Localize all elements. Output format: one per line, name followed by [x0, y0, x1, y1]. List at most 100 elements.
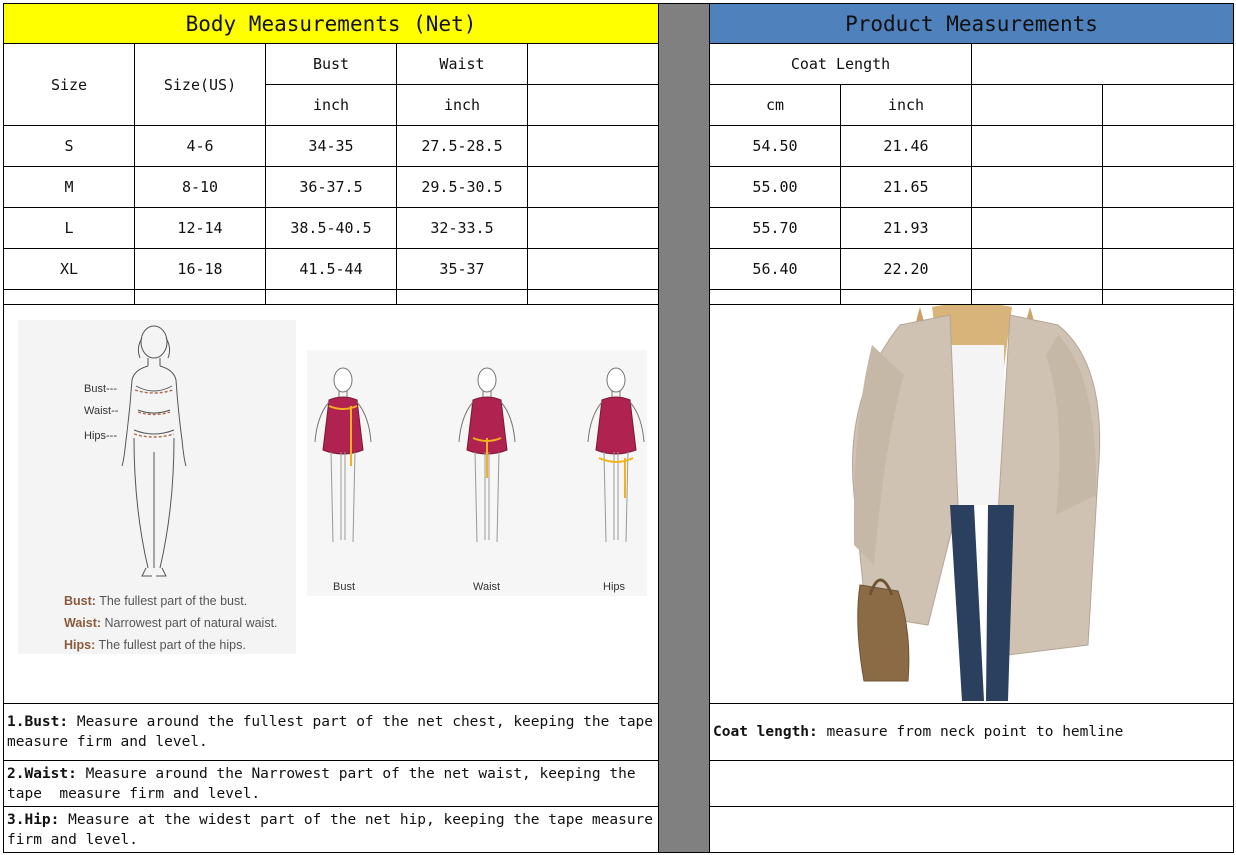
unit-bust: inch: [265, 84, 397, 126]
unit-empty: [527, 84, 659, 126]
cell-size: M: [3, 166, 135, 208]
cell-size-us: 16-18: [134, 248, 266, 290]
note-empty: [709, 760, 1234, 807]
col-header-bust: Bust: [265, 43, 397, 85]
label-hips: Hips---: [84, 430, 117, 442]
cell-waist: 27.5-28.5: [396, 125, 528, 167]
body-measurements-title: Body Measurements (Net): [3, 3, 659, 44]
label-waist: Waist--: [84, 405, 119, 417]
cell-bust: 36-37.5: [265, 166, 397, 208]
cell-cm: 56.40: [709, 248, 841, 290]
dress-label-waist: Waist: [473, 581, 500, 593]
legend-bust: Bust: The fullest part of the bust.: [64, 594, 247, 608]
legend-bust-term: Bust:: [64, 594, 96, 608]
col-header-size: Size: [3, 43, 135, 126]
cell-empty: [971, 125, 1103, 167]
cell-empty: [840, 289, 972, 305]
body-figure-panel: Bust--- Waist-- Hips--- Bust: The fulles…: [18, 320, 296, 654]
cell-empty: [527, 166, 659, 208]
dress-figures-panel: Bust Waist Hips: [307, 350, 647, 596]
cell-inch: 21.93: [840, 207, 972, 249]
unit-waist: inch: [396, 84, 528, 126]
cell-cm: 55.00: [709, 166, 841, 208]
legend-bust-desc: The fullest part of the bust.: [99, 594, 248, 608]
note-bust: 1.Bust: Measure around the fullest part …: [3, 703, 659, 761]
note-coat-length-text: Coat length: measure from neck point to …: [713, 722, 1123, 742]
note-hip-term: 3.Hip:: [7, 811, 60, 828]
note-bust-desc: Measure around the fullest part of the n…: [7, 714, 671, 750]
cell-empty: [527, 289, 659, 305]
cell-empty: [971, 207, 1103, 249]
cell-empty: [1102, 289, 1234, 305]
cell-empty: [971, 248, 1103, 290]
cell-size: XL: [3, 248, 135, 290]
note-coat-length: Coat length: measure from neck point to …: [709, 703, 1234, 761]
note-coat-term: Coat length:: [713, 724, 818, 740]
cell-bust: 41.5-44: [265, 248, 397, 290]
dress-figure-bust: [314, 367, 372, 543]
unit-cm: cm: [709, 84, 841, 126]
cell-empty: [396, 289, 528, 305]
cell-empty: [971, 289, 1103, 305]
col-header-empty: [527, 43, 659, 85]
cell-size-us: 12-14: [134, 207, 266, 249]
cell-empty: [527, 248, 659, 290]
cell-empty: [1102, 166, 1234, 208]
cell-bust: 34-35: [265, 125, 397, 167]
note-bust-term: 1.Bust:: [7, 714, 69, 730]
cell-empty: [265, 289, 397, 305]
product-measurements-title: Product Measurements: [709, 3, 1234, 44]
cell-bust: 38.5-40.5: [265, 207, 397, 249]
cell-size-us: 8-10: [134, 166, 266, 208]
cell-empty: [1102, 125, 1234, 167]
unit-empty: [1102, 84, 1234, 126]
legend-hips-desc: The fullest part of the hips.: [98, 638, 246, 652]
legend-waist-term: Waist:: [64, 616, 102, 630]
cell-empty: [527, 125, 659, 167]
coat-photo: [851, 305, 1101, 701]
col-header-waist: Waist: [396, 43, 528, 85]
note-waist-text: 2.Waist: Measure around the Narrowest pa…: [7, 764, 655, 804]
dress-figures-illustration: Bust Waist Hips: [314, 367, 645, 593]
cell-waist: 29.5-30.5: [396, 166, 528, 208]
unit-inch: inch: [840, 84, 972, 126]
cell-cm: 55.70: [709, 207, 841, 249]
note-waist-desc: Measure around the Narrowest part of the…: [7, 765, 645, 802]
legend-hips-term: Hips:: [64, 638, 96, 652]
cell-size: L: [3, 207, 135, 249]
unit-empty: [971, 84, 1103, 126]
cell-inch: 21.65: [840, 166, 972, 208]
cell-size-us: 4-6: [134, 125, 266, 167]
note-hip-desc: Measure at the widest part of the net hi…: [7, 811, 662, 848]
cell-empty: [1102, 207, 1234, 249]
cell-empty: [709, 289, 841, 305]
cell-empty: [3, 289, 135, 305]
cell-cm: 54.50: [709, 125, 841, 167]
label-bust: Bust---: [84, 383, 117, 395]
legend-waist-desc: Narrowest part of natural waist.: [104, 616, 278, 630]
cell-waist: 32-33.5: [396, 207, 528, 249]
note-hip-text: 3.Hip: Measure at the widest part of the…: [7, 810, 655, 850]
dress-label-hips: Hips: [603, 581, 626, 593]
note-coat-desc: measure from neck point to hemline: [817, 724, 1124, 740]
legend-waist: Waist: Narrowest part of natural waist.: [64, 616, 278, 630]
dress-label-bust: Bust: [333, 581, 355, 593]
cell-empty: [1102, 248, 1234, 290]
dress-figure-hips: [587, 367, 645, 543]
product-photo-frame: [709, 304, 1234, 704]
note-bust-text: 1.Bust: Measure around the fullest part …: [7, 712, 655, 752]
col-header-empty: [971, 43, 1234, 85]
note-hip: 3.Hip: Measure at the widest part of the…: [3, 806, 659, 853]
col-header-coat-length: Coat Length: [709, 43, 972, 85]
cell-empty: [971, 166, 1103, 208]
cell-waist: 35-37: [396, 248, 528, 290]
note-empty: [709, 806, 1234, 853]
cell-inch: 22.20: [840, 248, 972, 290]
col-header-size-us: Size(US): [134, 43, 266, 126]
legend-hips: Hips: The fullest part of the hips.: [64, 638, 246, 652]
cell-empty: [527, 207, 659, 249]
note-waist: 2.Waist: Measure around the Narrowest pa…: [3, 760, 659, 807]
cell-size: S: [3, 125, 135, 167]
cell-empty: [134, 289, 266, 305]
note-waist-term: 2.Waist:: [7, 765, 77, 782]
